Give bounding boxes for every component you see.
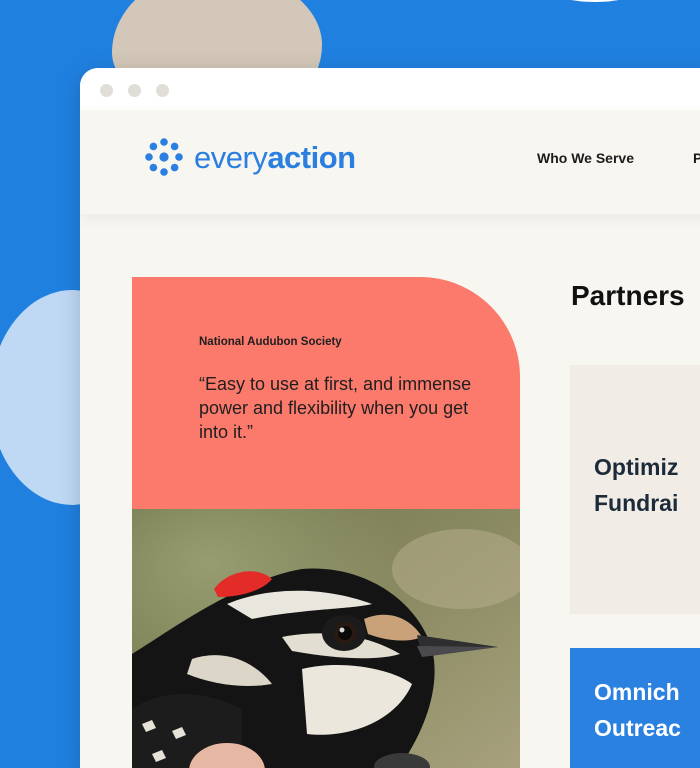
logo-dots-icon: [145, 138, 183, 176]
woodpecker-photo: [132, 509, 520, 768]
testimonial-organization: National Audubon Society: [199, 336, 342, 348]
window-dot-icon: [100, 84, 113, 97]
feature-panel-title: Omnich Outreac: [594, 679, 681, 741]
testimonial-quote: “Easy to use at first, and immense power…: [199, 374, 472, 442]
feature-panel-outreach[interactable]: Omnich Outreac: [570, 648, 700, 768]
feature-panel-fundraising[interactable]: Optimiz Fundrai: [570, 365, 700, 614]
browser-window: everyaction Who We Serve P National Audu…: [80, 68, 700, 768]
browser-title-bar: [80, 68, 700, 110]
site-header: everyaction Who We Serve P: [80, 110, 700, 214]
feature-panel-title: Optimiz Fundrai: [594, 454, 679, 516]
decorative-blob-white: [540, 0, 650, 2]
window-dot-icon: [156, 84, 169, 97]
nav-item-partial[interactable]: P: [693, 150, 700, 166]
everyaction-logo[interactable]: everyaction: [144, 137, 356, 177]
window-dot-icon: [128, 84, 141, 97]
testimonial-quote-area: National Audubon Society “Easy to use at…: [132, 277, 520, 509]
section-heading: Partners: [571, 280, 685, 311]
testimonial-card: National Audubon Society “Easy to use at…: [132, 277, 520, 768]
logo-wordmark: everyaction: [194, 139, 356, 175]
nav-who-we-serve[interactable]: Who We Serve: [537, 150, 634, 166]
